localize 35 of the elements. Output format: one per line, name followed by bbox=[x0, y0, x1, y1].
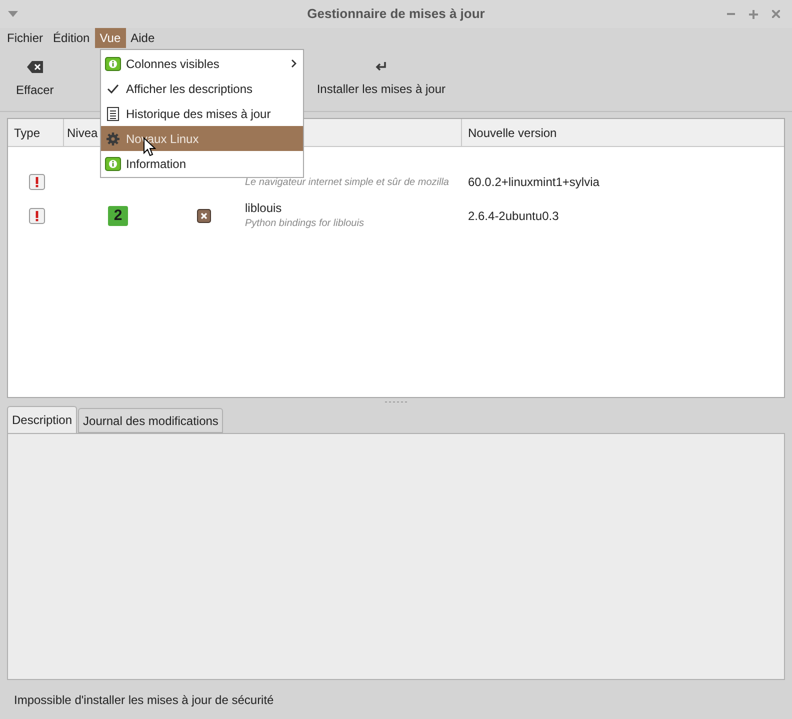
version-text: 60.0.2+linuxmint1+sylvia bbox=[468, 175, 600, 189]
menu-item[interactable]: Aide bbox=[126, 28, 160, 48]
menu-entry[interactable]: Colonnes visibles bbox=[101, 51, 303, 76]
speech-bubble-icon bbox=[105, 56, 121, 70]
menu-caret-icon[interactable] bbox=[8, 11, 18, 17]
menu-entry[interactable]: Information bbox=[101, 151, 303, 176]
menu-item[interactable]: Fichier bbox=[2, 28, 48, 48]
menu-entry[interactable]: Historique des mises à jour bbox=[101, 101, 303, 126]
backspace-icon bbox=[26, 60, 43, 72]
package-name: liblouis bbox=[245, 201, 283, 216]
package-description: Le navigateur internet simple et sûr de mozilla bbox=[245, 176, 450, 190]
list-icon bbox=[107, 106, 119, 120]
toolbar-button[interactable]: Installer les mises à jour bbox=[308, 58, 454, 102]
blocked-icon bbox=[197, 209, 211, 223]
column-header[interactable]: Nouvelle version bbox=[462, 119, 784, 146]
menu-item[interactable]: Vue bbox=[94, 28, 126, 48]
package-description: Python bindings for liblouis bbox=[245, 217, 365, 231]
warning-icon bbox=[29, 174, 45, 190]
status-text: Impossible d'installer les mises à jour de sécurité bbox=[14, 692, 274, 708]
splitter-handle-icon[interactable] bbox=[385, 401, 407, 403]
speech-bubble-icon bbox=[105, 156, 121, 170]
menu-item[interactable]: Édition bbox=[48, 28, 95, 48]
close-icon[interactable] bbox=[772, 10, 780, 18]
gear-icon bbox=[106, 132, 120, 146]
column-header[interactable]: Type bbox=[8, 119, 64, 146]
version-text: 2.6.4-2ubuntu0.3 bbox=[468, 209, 559, 223]
menu-entry[interactable]: Afficher les descriptions bbox=[101, 76, 303, 101]
window-title: Gestionnaire de mises à jour bbox=[307, 5, 485, 24]
level-badge: 2 bbox=[108, 206, 128, 226]
tab[interactable]: Description bbox=[7, 406, 78, 433]
return-arrow-icon bbox=[375, 62, 388, 72]
toolbar-button[interactable]: Effacer bbox=[8, 56, 62, 102]
warning-icon bbox=[29, 208, 45, 224]
tab[interactable]: Journal des modifications bbox=[78, 408, 224, 433]
maximize-icon[interactable] bbox=[749, 10, 758, 18]
